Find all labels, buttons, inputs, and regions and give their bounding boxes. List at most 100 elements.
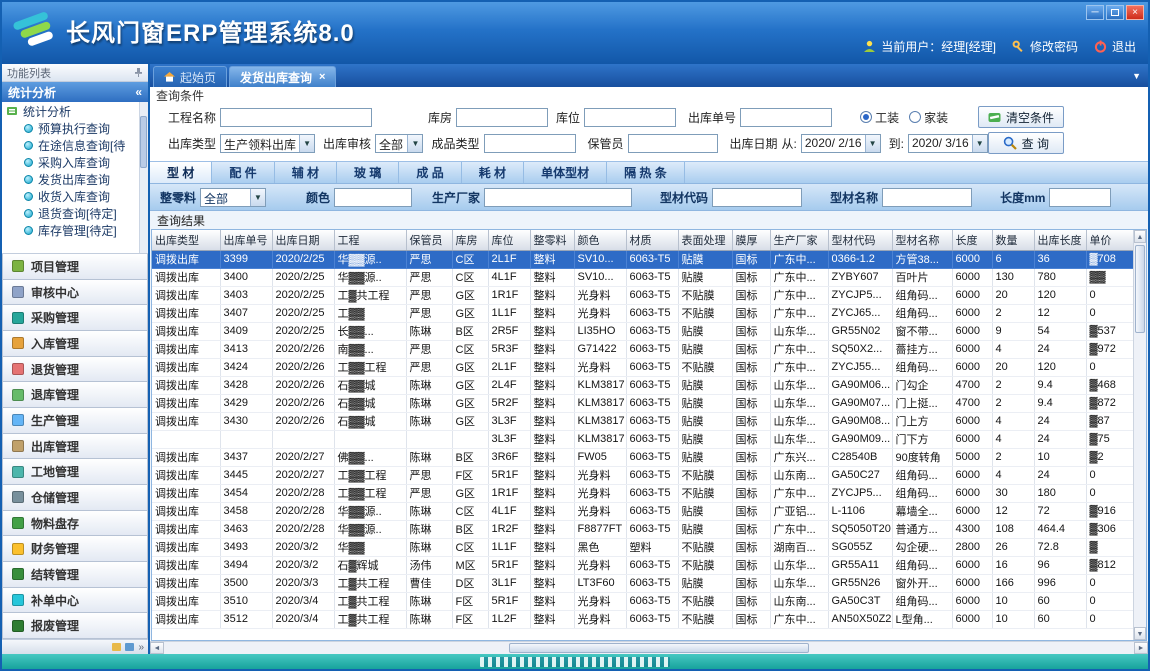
logout-button[interactable]: 退出: [1094, 38, 1136, 55]
table-row[interactable]: 调拨出库34242020/2/26工▓▓工程严思G区2L1F整料光身料6063-…: [152, 358, 1133, 376]
column-header-16[interactable]: 数量: [992, 230, 1034, 250]
chevron-down-icon[interactable]: ▼: [299, 135, 314, 152]
sidebar-menu-item[interactable]: 物料盘存: [2, 511, 148, 537]
jiazhuang-radio-label[interactable]: 家装: [924, 109, 948, 126]
scroll-down-icon[interactable]: ▼: [1134, 627, 1146, 640]
tree-item[interactable]: 预算执行查询: [2, 120, 148, 137]
keeper-input[interactable]: [628, 134, 718, 153]
table-row[interactable]: 调拨出库35102020/3/4工▓共工程陈琳F区5R1F整料光身料6063-T…: [152, 592, 1133, 610]
order-no-input[interactable]: [740, 108, 832, 127]
length-input[interactable]: [1049, 188, 1111, 207]
scroll-right-icon[interactable]: ►: [1134, 642, 1148, 654]
pin-icon[interactable]: [134, 68, 143, 77]
column-header-9[interactable]: 材质: [626, 230, 678, 250]
table-row[interactable]: 调拨出库34372020/2/27佛▓▓...陈琳B区3R6F整料FW05606…: [152, 448, 1133, 466]
chevron-down-icon[interactable]: ▼: [250, 189, 265, 206]
collapse-icon[interactable]: «: [135, 85, 142, 99]
sidebar-menu-item[interactable]: 仓储管理: [2, 485, 148, 511]
search-button[interactable]: 查 询: [988, 132, 1064, 154]
project-name-input[interactable]: [220, 108, 372, 127]
material-tab[interactable]: 耗 材: [462, 162, 524, 183]
warehouse-input[interactable]: [456, 108, 548, 127]
table-row[interactable]: 调拨出库35122020/3/4工▓共工程陈琳F区1L2F整料光身料6063-T…: [152, 610, 1133, 628]
table-row[interactable]: 调拨出库34292020/2/26石▓▓城陈琳G区5R2F整料KLM381760…: [152, 394, 1133, 412]
column-header-2[interactable]: 出库日期: [272, 230, 334, 250]
table-row[interactable]: 调拨出库35002020/3/3工▓共工程曹佳D区3L1F整料LT3F60606…: [152, 574, 1133, 592]
table-row[interactable]: 调拨出库34542020/2/28工▓▓工程严思G区1R1F整料光身料6063-…: [152, 484, 1133, 502]
change-password-button[interactable]: 修改密码: [1012, 38, 1078, 55]
chevron-down-icon[interactable]: ▼: [972, 135, 987, 152]
column-header-12[interactable]: 生产厂家: [770, 230, 828, 250]
tree-item[interactable]: 在途信息查询[待: [2, 137, 148, 154]
document-tab[interactable]: 发货出库查询 ×: [229, 66, 336, 87]
sidebar-menu-item[interactable]: 审核中心: [2, 280, 148, 306]
table-row[interactable]: 调拨出库34282020/2/26石▓▓城陈琳G区2L4F整料KLM381760…: [152, 376, 1133, 394]
table-row[interactable]: 调拨出库34632020/2/28华▓▓源..陈琳B区1R2F整料F8877FT…: [152, 520, 1133, 538]
table-row[interactable]: 3L3F整料KLM38176063-T5贴膜国标山东华...GA90M09...…: [152, 430, 1133, 448]
maximize-button[interactable]: [1106, 5, 1124, 20]
material-tab[interactable]: 成 品: [399, 162, 461, 183]
chevron-down-icon[interactable]: ▼: [407, 135, 422, 152]
chevron-down-icon[interactable]: ▼: [865, 135, 880, 152]
table-row[interactable]: 调拨出库34582020/2/28华▓▓源..陈琳C区4L1F整料光身料6063…: [152, 502, 1133, 520]
column-header-13[interactable]: 型材代码: [828, 230, 892, 250]
jiazhuang-radio[interactable]: [909, 111, 921, 123]
audit-select[interactable]: 全部 ▼: [375, 134, 423, 153]
scroll-left-icon[interactable]: ◄: [150, 642, 164, 654]
sidebar-menu-item[interactable]: 生产管理: [2, 408, 148, 434]
table-row[interactable]: 调拨出库34942020/3/2石▓辉城汤伟M区5R1F整料光身料6063-T5…: [152, 556, 1133, 574]
horizontal-scrollbar[interactable]: ◄ ►: [150, 641, 1148, 654]
tree-item[interactable]: 采购入库查询: [2, 154, 148, 171]
column-header-4[interactable]: 保管员: [406, 230, 452, 250]
gongzhuang-radio[interactable]: [860, 111, 872, 123]
table-row[interactable]: 调拨出库34452020/2/27工▓▓工程严思F区5R1F整料光身料6063-…: [152, 466, 1133, 484]
column-header-18[interactable]: 单价: [1086, 230, 1133, 250]
close-button[interactable]: ×: [1126, 5, 1144, 20]
gongzhuang-radio-label[interactable]: 工装: [875, 109, 899, 126]
material-tab[interactable]: 配 件: [212, 162, 274, 183]
column-header-0[interactable]: 出库类型: [152, 230, 220, 250]
tree-item[interactable]: 收货入库查询: [2, 188, 148, 205]
column-header-1[interactable]: 出库单号: [220, 230, 272, 250]
out-type-select[interactable]: 生产领料出库 ▼: [220, 134, 315, 153]
table-row[interactable]: 调拨出库34092020/2/25长▓▓...陈琳B区2R5F整料LI35HO6…: [152, 322, 1133, 340]
tree-item[interactable]: 库存管理[待定]: [2, 222, 148, 239]
tab-overflow-icon[interactable]: ▼: [1132, 71, 1141, 81]
sidebar-menu-item[interactable]: 结转管理: [2, 562, 148, 588]
sidebar-menu-item[interactable]: 补单中心: [2, 588, 148, 614]
column-header-11[interactable]: 膜厚: [732, 230, 770, 250]
date-to-picker[interactable]: 2020/ 3/16 ▼: [908, 134, 988, 153]
horizontal-scrollbar-thumb[interactable]: [509, 643, 808, 653]
monitor-icon[interactable]: [125, 643, 134, 651]
table-row[interactable]: 调拨出库34002020/2/25华▓▓源..严思C区4L1F整料SV10...…: [152, 268, 1133, 286]
clear-conditions-button[interactable]: 清空条件: [978, 106, 1064, 128]
document-tab[interactable]: 起始页: [153, 66, 227, 87]
profile-name-input[interactable]: [882, 188, 972, 207]
profile-code-input[interactable]: [712, 188, 802, 207]
sidebar-menu-item[interactable]: 项目管理: [2, 254, 148, 280]
column-header-14[interactable]: 型材名称: [892, 230, 952, 250]
column-header-8[interactable]: 颜色: [574, 230, 626, 250]
column-header-15[interactable]: 长度: [952, 230, 992, 250]
sidebar-menu-item[interactable]: 退货管理: [2, 357, 148, 383]
sidebar-menu-item[interactable]: 入库管理: [2, 331, 148, 357]
scroll-up-icon[interactable]: ▲: [1134, 230, 1146, 243]
tree-scrollbar-thumb[interactable]: [140, 116, 147, 168]
tree-item[interactable]: 退货查询[待定]: [2, 205, 148, 222]
whole-part-select[interactable]: 全部 ▼: [200, 188, 266, 207]
tree-item[interactable]: 发货出库查询: [2, 171, 148, 188]
table-row[interactable]: 调拨出库34932020/3/2华▓▓陈琳C区1L1F整料黑色塑料不贴膜国标湖南…: [152, 538, 1133, 556]
column-header-17[interactable]: 出库长度: [1034, 230, 1086, 250]
material-tab[interactable]: 辅 材: [275, 162, 337, 183]
vertical-scrollbar-thumb[interactable]: [1135, 245, 1145, 333]
tree-root-statistics[interactable]: 统计分析: [2, 102, 148, 120]
more-icon[interactable]: »: [138, 642, 144, 653]
sidebar-menu-item[interactable]: 退库管理: [2, 382, 148, 408]
column-header-3[interactable]: 工程: [334, 230, 406, 250]
date-from-picker[interactable]: 2020/ 2/16 ▼: [801, 134, 881, 153]
table-row[interactable]: 调拨出库34032020/2/25工▓共工程严思G区1R1F整料光身料6063-…: [152, 286, 1133, 304]
column-header-5[interactable]: 库房: [452, 230, 488, 250]
product-type-input[interactable]: [484, 134, 576, 153]
sidebar-group-header[interactable]: 统计分析 «: [2, 82, 148, 102]
sidebar-menu-item[interactable]: 采购管理: [2, 305, 148, 331]
